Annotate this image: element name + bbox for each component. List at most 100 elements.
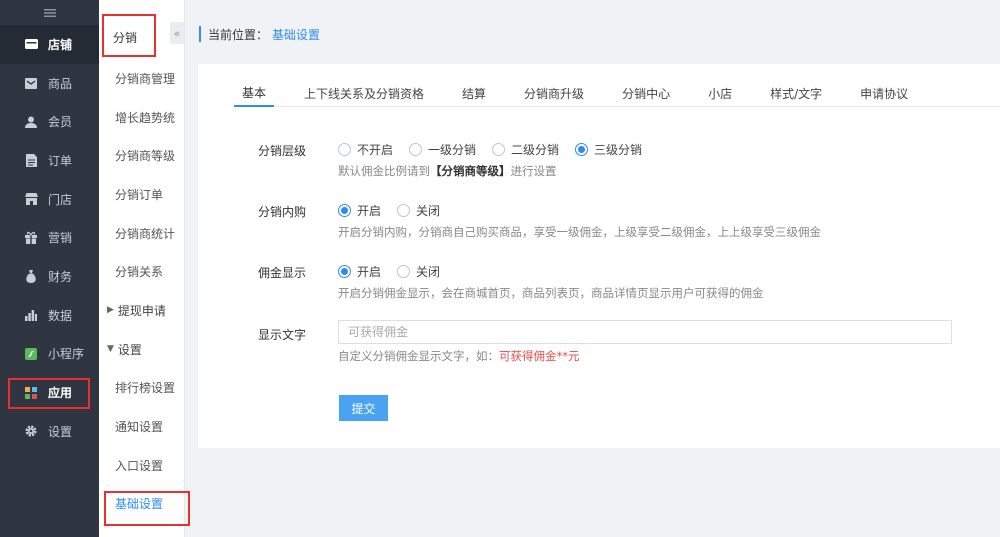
display-text-label: 显示文字 [258, 328, 307, 342]
submenu-item-distributor-level[interactable]: 分销商等级 [99, 136, 184, 175]
sidebar-item-label: 门店 [48, 192, 73, 207]
main-sidebar: 店铺 商品 会员 订单 门店 营销 财务 数据 小程序 应用 设置 [0, 0, 99, 537]
sidebar-item-finance[interactable]: 财务 [0, 257, 99, 296]
sidebar-item-goods[interactable]: 商品 [0, 64, 99, 103]
radio-inner-buy-off[interactable]: 关闭 [397, 202, 440, 219]
radio-checked-icon [338, 265, 351, 278]
sidebar-item-order[interactable]: 订单 [0, 141, 99, 180]
apps-icon [24, 386, 38, 400]
sidebar-item-mini-program[interactable]: 小程序 [0, 335, 99, 374]
sidebar-item-store[interactable]: 店铺 [0, 25, 99, 64]
store-icon [24, 37, 38, 51]
submenu-item-basic-settings[interactable]: 基础设置 [99, 485, 184, 524]
sidebar-item-label: 应用 [48, 386, 73, 401]
sidebar-item-member[interactable]: 会员 [0, 102, 99, 141]
sidebar-item-data[interactable]: 数据 [0, 296, 99, 335]
submenu-group-withdraw[interactable]: ▶ 提现申请 [99, 291, 184, 330]
sidebar-item-label: 营销 [48, 231, 73, 246]
sidebar-item-shop[interactable]: 门店 [0, 180, 99, 219]
inner-buy-label: 分销内购 [258, 205, 307, 219]
commission-display-label: 佣金显示 [258, 266, 307, 280]
tab-basic[interactable]: 基本 [234, 79, 275, 107]
radio-level-three[interactable]: 三级分销 [575, 141, 642, 158]
radio-level-none[interactable]: 不开启 [338, 141, 393, 158]
submenu-item-entry-settings[interactable]: 入口设置 [99, 446, 184, 485]
radio-label: 不开启 [357, 143, 394, 157]
level-hint: 默认佣金比例请到【分销商等级】进行设置 [338, 163, 557, 179]
tab-mini-shop[interactable]: 小店 [700, 79, 740, 107]
display-text-input[interactable] [338, 320, 952, 344]
tab-agreement[interactable]: 申请协议 [852, 79, 916, 107]
sidebar-item-label: 小程序 [48, 347, 85, 362]
sidebar-item-label: 订单 [48, 153, 73, 168]
submenu-collapse-icon[interactable]: « [170, 22, 184, 44]
sidebar-item-label: 商品 [48, 76, 73, 91]
submit-button[interactable]: 提交 [339, 395, 388, 421]
radio-commission-off[interactable]: 关闭 [397, 263, 440, 280]
sidebar-item-label: 财务 [48, 269, 73, 284]
radio-label: 开启 [357, 265, 382, 279]
submenu-group-label: 设置 [117, 342, 142, 357]
sidebar-item-label: 店铺 [48, 37, 73, 52]
submenu-group-settings[interactable]: ▼ 设置 [99, 330, 184, 369]
radio-inner-buy-on[interactable]: 开启 [338, 202, 381, 219]
inner-buy-options: 开启 关闭 [338, 202, 456, 219]
submenu-item-growth-trend[interactable]: 增长趋势统 [99, 98, 184, 137]
commission-display-options: 开启 关闭 [338, 263, 456, 280]
submenu-group-label: 提现申请 [117, 303, 166, 318]
sidebar-item-settings[interactable]: 设置 [0, 412, 99, 451]
gear-icon [24, 424, 38, 438]
user-icon [24, 115, 38, 129]
radio-level-one[interactable]: 一级分销 [409, 141, 476, 158]
tab-settlement[interactable]: 结算 [454, 79, 494, 107]
mini-program-icon [24, 347, 38, 361]
sidebar-item-marketing[interactable]: 营销 [0, 218, 99, 257]
breadcrumb-prefix: 当前位置： [208, 27, 269, 42]
level-label: 分销层级 [258, 144, 307, 158]
tab-style-text[interactable]: 样式/文字 [762, 79, 830, 107]
breadcrumb-current[interactable]: 基础设置 [272, 26, 320, 43]
radio-label: 二级分销 [511, 143, 560, 157]
display-text-hint-pre: 自定义分销佣金显示文字，如： [338, 349, 499, 363]
radio-label: 关闭 [416, 265, 441, 279]
display-text-hint: 自定义分销佣金显示文字，如：可获得佣金**元 [338, 348, 580, 364]
caret-right-icon: ▶ [107, 305, 114, 316]
sidebar-collapse-icon[interactable] [0, 0, 99, 25]
radio-level-two[interactable]: 二级分销 [492, 141, 559, 158]
goods-icon [24, 76, 38, 90]
submenu-item-ranking-settings[interactable]: 排行榜设置 [99, 369, 184, 408]
submenu-item-distributor-stats[interactable]: 分销商统计 [99, 214, 184, 253]
caret-down-icon: ▼ [107, 344, 114, 355]
settings-card: 基本 上下线关系及分销资格 结算 分销商升级 分销中心 小店 样式/文字 申请协… [198, 64, 1000, 448]
submenu-item-distribution-order[interactable]: 分销订单 [99, 175, 184, 214]
distributor-level-link[interactable]: 【分销商等级】 [430, 164, 511, 178]
display-text-hint-example: 可获得佣金**元 [499, 349, 580, 363]
tab-relation[interactable]: 上下线关系及分销资格 [296, 79, 432, 107]
radio-icon [397, 204, 411, 217]
radio-checked-icon [338, 204, 351, 217]
radio-commission-on[interactable]: 开启 [338, 263, 381, 280]
breadcrumb: 当前位置： 基础设置 [199, 26, 320, 42]
level-options: 不开启 一级分销 二级分销 三级分销 [338, 141, 658, 158]
sub-sidebar: 分销 分销商管理 增长趋势统 分销商等级 分销订单 分销商统计 分销关系 ▶ 提… [99, 0, 185, 537]
submenu-item-distribution-relation[interactable]: 分销关系 [99, 252, 184, 291]
radio-icon [409, 143, 423, 156]
submenu-item-distributor-manage[interactable]: 分销商管理 [99, 59, 184, 98]
radio-checked-icon [575, 143, 589, 156]
app-root: 店铺 商品 会员 订单 门店 营销 财务 数据 小程序 应用 设置 分销 分销商… [0, 0, 1000, 537]
tab-center[interactable]: 分销中心 [614, 79, 678, 107]
sidebar-item-label: 设置 [48, 424, 73, 439]
sidebar-item-label: 数据 [48, 308, 73, 323]
tab-upgrade[interactable]: 分销商升级 [516, 79, 592, 107]
order-icon [24, 153, 38, 167]
radio-label: 一级分销 [428, 143, 477, 157]
radio-icon [492, 143, 506, 156]
main-content: 当前位置： 基础设置 基本 上下线关系及分销资格 结算 分销商升级 分销中心 小… [185, 0, 1000, 537]
money-bag-icon [24, 269, 38, 283]
gift-icon [24, 231, 38, 245]
level-hint-pre: 默认佣金比例请到 [338, 164, 430, 178]
submenu-item-notify-settings[interactable]: 通知设置 [99, 407, 184, 446]
sidebar-item-apps[interactable]: 应用 [0, 373, 99, 412]
sidebar-item-label: 会员 [48, 115, 73, 130]
radio-label: 三级分销 [594, 143, 643, 157]
